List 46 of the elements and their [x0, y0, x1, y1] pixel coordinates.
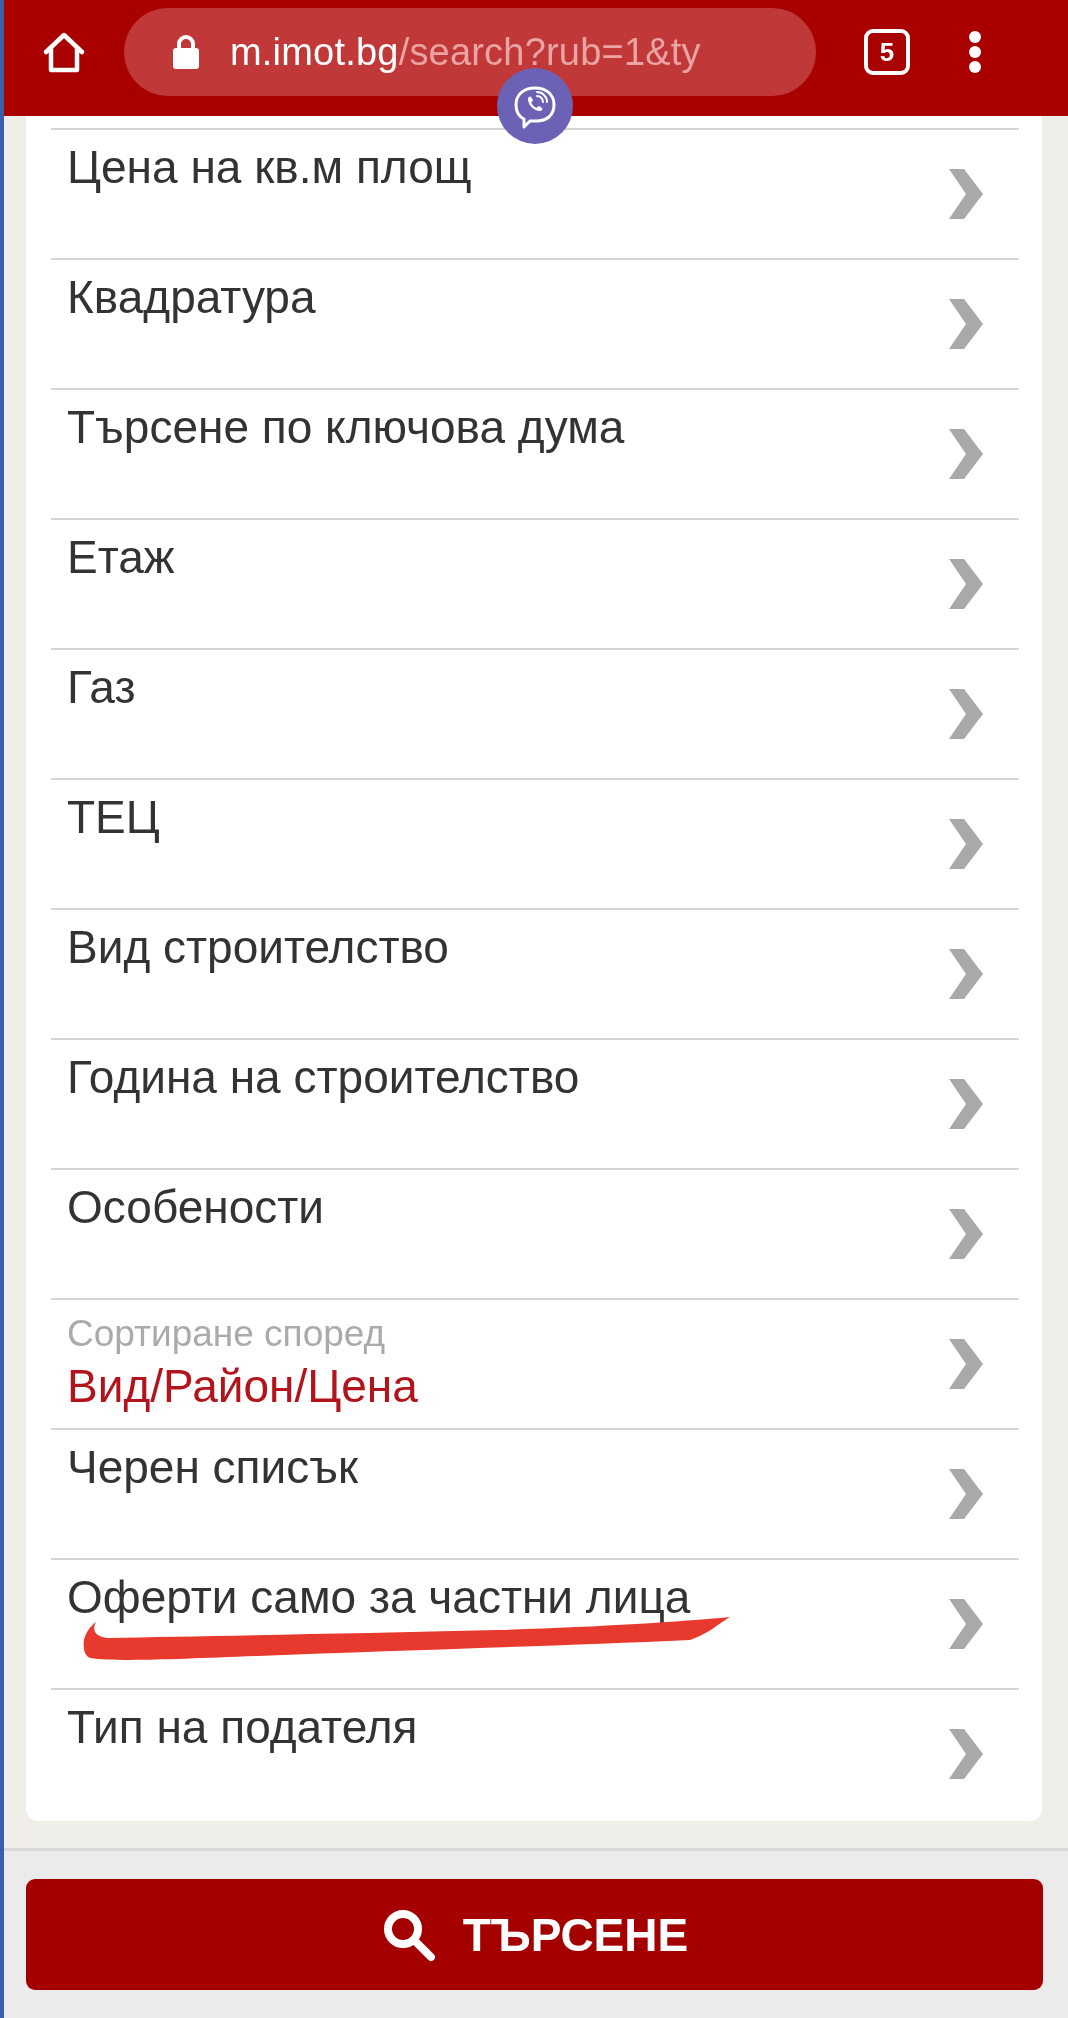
filter-row[interactable]: Етаж [51, 518, 1019, 648]
chevron-right-icon [949, 689, 983, 739]
filter-label: Квадратура [67, 270, 316, 325]
filter-label: Черен списък [67, 1440, 359, 1495]
filter-label: Тип на подателя [67, 1700, 418, 1755]
filter-label: Оферти само за частни лица [67, 1570, 691, 1625]
filter-label: Година на строителство [67, 1050, 580, 1105]
filter-row[interactable]: ТЕЦ [51, 778, 1019, 908]
chevron-right-icon [949, 1729, 983, 1779]
url-text: m.imot.bg/search?rub=1&ty [230, 30, 701, 74]
menu-icon[interactable] [968, 30, 982, 74]
tab-count-button[interactable]: 5 [864, 29, 910, 75]
filter-label: ТЕЦ [67, 790, 160, 845]
filter-row[interactable]: Квадратура [51, 258, 1019, 388]
chevron-right-icon [949, 169, 983, 219]
address-bar[interactable]: m.imot.bg/search?rub=1&ty [124, 8, 816, 96]
search-button[interactable]: ТЪРСЕНЕ [26, 1879, 1043, 1990]
filter-label: Търсене по ключова дума [67, 400, 625, 455]
filter-row[interactable]: Оферти само за частни лица [51, 1558, 1019, 1688]
chevron-right-icon [949, 819, 983, 869]
chevron-right-icon [949, 559, 983, 609]
chevron-right-icon [949, 1469, 983, 1519]
filter-label: Цена на кв.м площ [67, 140, 472, 195]
chevron-right-icon [949, 429, 983, 479]
filter-row[interactable]: Особености [51, 1168, 1019, 1298]
chevron-right-icon [949, 299, 983, 349]
filter-row[interactable]: Тип на подателя [51, 1688, 1019, 1818]
filter-row[interactable]: Газ [51, 648, 1019, 778]
lock-icon [172, 34, 200, 70]
filter-label: Етаж [67, 530, 175, 585]
chevron-right-icon [949, 949, 983, 999]
filter-label: Особености [67, 1180, 325, 1235]
chevron-right-icon [949, 1209, 983, 1259]
filter-label: Газ [67, 660, 136, 715]
filter-row[interactable]: Сортиране според Вид/Район/Цена [51, 1298, 1019, 1428]
filter-label: Сортиране според [67, 1312, 386, 1356]
chevron-right-icon [949, 1339, 983, 1389]
filter-row[interactable]: Черен списък [51, 1428, 1019, 1558]
filter-row[interactable]: Търсене по ключова дума [51, 388, 1019, 518]
filter-label: Вид строителство [67, 920, 449, 975]
filter-row[interactable]: Цена на кв.м площ [51, 128, 1019, 258]
filter-value: Вид/Район/Цена [67, 1360, 418, 1412]
chevron-right-icon [949, 1079, 983, 1129]
chevron-right-icon [949, 1599, 983, 1649]
filter-row[interactable]: Вид строителство [51, 908, 1019, 1038]
filter-row[interactable]: Година на строителство [51, 1038, 1019, 1168]
